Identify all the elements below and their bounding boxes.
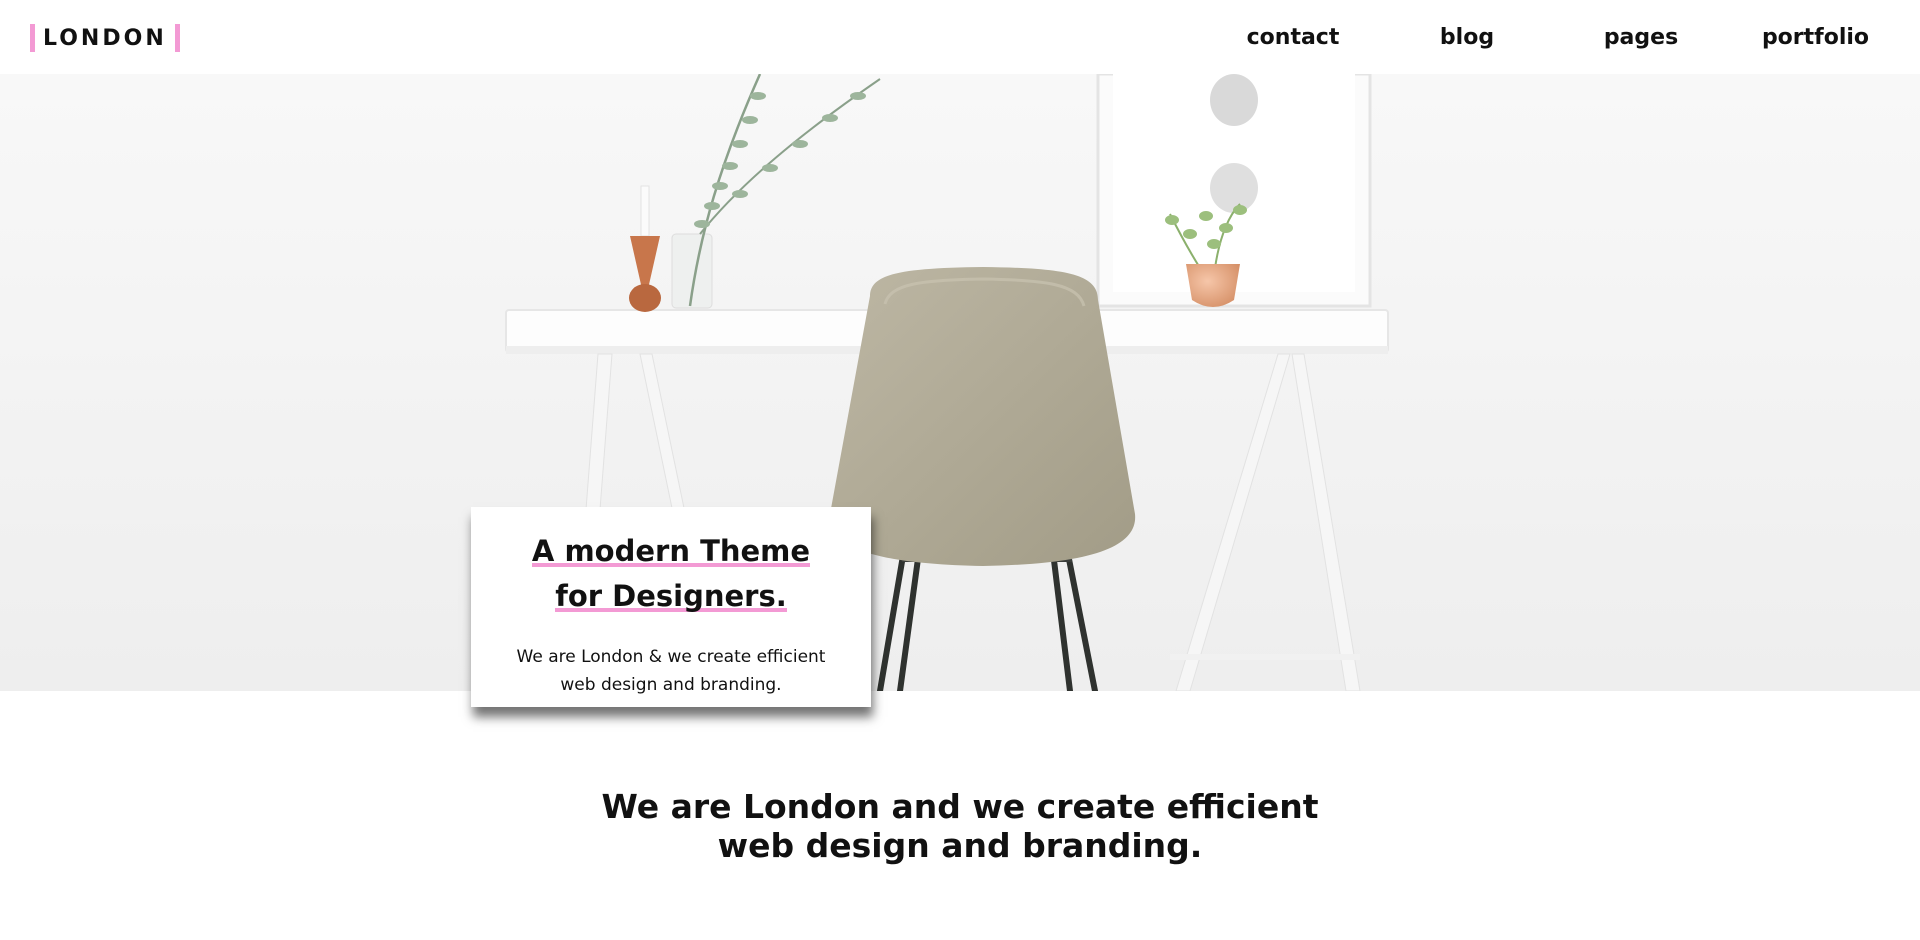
site-header: LONDON contact blog pages portfolio (0, 0, 1920, 74)
main-nav: contact blog pages portfolio (1206, 0, 1920, 74)
hero-text-line1: We are London & we create efficient (516, 647, 826, 667)
nav-portfolio[interactable]: portfolio (1728, 25, 1903, 50)
hero-image (0, 74, 1920, 691)
hero-title: A modern Theme for Designers. (471, 529, 871, 619)
site-logo[interactable]: LONDON (30, 24, 180, 52)
hero-title-line1: A modern Theme (531, 534, 811, 570)
nav-blog[interactable]: blog (1380, 25, 1554, 50)
intro-heading: We are London and we create efficient we… (0, 787, 1920, 865)
intro-line1: We are London and we create efficient (601, 787, 1319, 826)
hero-description: We are London & we create efficient web … (471, 643, 871, 699)
hero-title-line2: for Designers. (555, 579, 787, 615)
nav-contact[interactable]: contact (1206, 25, 1380, 50)
hero-section (0, 74, 1920, 691)
hero-text-line2: web design and branding. (560, 675, 782, 695)
nav-pages[interactable]: pages (1554, 25, 1728, 50)
hero-card: A modern Theme for Designers. We are Lon… (471, 507, 871, 707)
intro-line2: web design and branding. (717, 826, 1203, 865)
